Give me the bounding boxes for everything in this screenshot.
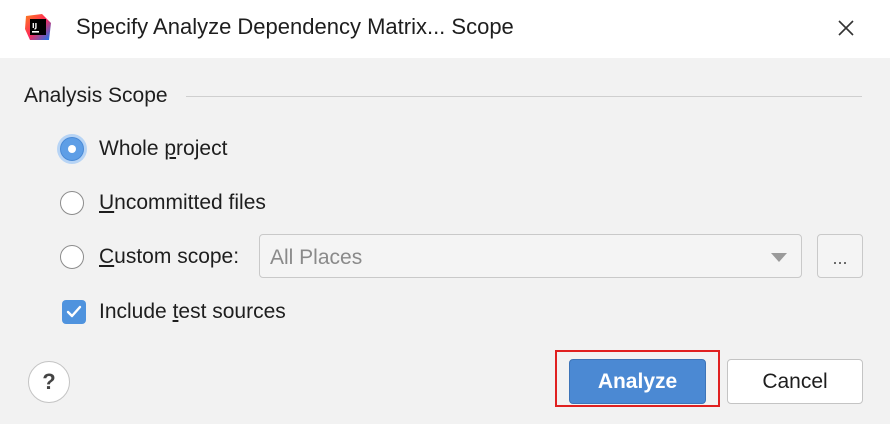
title-bar: IJ Specify Analyze Dependency Matrix... …	[0, 0, 890, 58]
section-divider	[186, 96, 862, 97]
close-icon	[838, 20, 854, 36]
analyze-button[interactable]: Analyze	[569, 359, 706, 404]
analysis-scope-group: Analysis Scope	[24, 84, 864, 110]
chevron-down-icon	[771, 253, 787, 262]
custom-scope-value: All Places	[270, 246, 363, 269]
help-button[interactable]: ?	[28, 361, 70, 403]
include-test-sources-label: Include test sources	[99, 300, 286, 323]
custom-scope-dropdown[interactable]: All Places	[259, 234, 802, 278]
radio-whole-project[interactable]: Whole project	[60, 133, 227, 165]
radio-uncommitted-files[interactable]: Uncommitted files	[60, 187, 266, 219]
checkbox-checked[interactable]	[62, 300, 86, 324]
uncommitted-files-label: Uncommitted files	[99, 191, 266, 214]
include-test-sources-checkbox[interactable]: Include test sources	[62, 296, 286, 328]
svg-text:IJ: IJ	[32, 22, 37, 30]
close-button[interactable]	[826, 10, 866, 46]
radio-button[interactable]	[60, 245, 84, 269]
checkmark-icon	[66, 305, 82, 318]
intellij-idea-icon: IJ	[25, 14, 51, 40]
cancel-button[interactable]: Cancel	[727, 359, 863, 404]
custom-scope-label: Custom scope:	[99, 245, 240, 268]
browse-scope-button[interactable]: ...	[817, 234, 863, 278]
section-title: Analysis Scope	[24, 84, 168, 107]
window-title: Specify Analyze Dependency Matrix... Sco…	[76, 14, 514, 39]
whole-project-label: Whole project	[99, 137, 228, 160]
radio-button[interactable]	[60, 191, 84, 215]
radio-button-selected[interactable]	[60, 137, 84, 161]
radio-custom-scope[interactable]: Custom scope:	[60, 241, 239, 273]
